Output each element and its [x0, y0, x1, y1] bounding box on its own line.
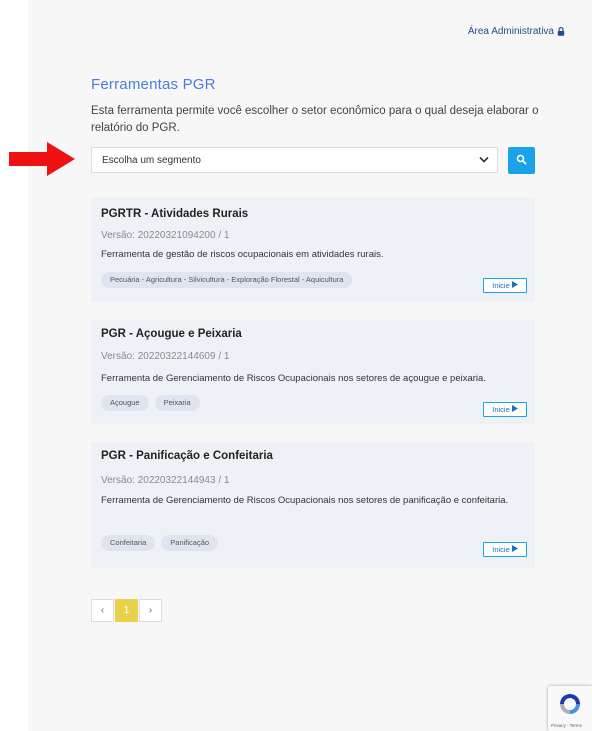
card-version: Versão: 20220322144609 / 1 — [101, 351, 230, 362]
pagination: ‹ 1 › — [91, 599, 163, 622]
tag: Panificação — [161, 535, 219, 551]
tag: Pecuária - Agricultura - Silvicultura - … — [101, 272, 353, 288]
tag: Peixaria — [154, 395, 200, 411]
start-button-label: Inicie — [492, 545, 510, 554]
card-title: PGR - Panificação e Confeitaria — [101, 450, 273, 462]
card-tags: Pecuária - Agricultura - Silvicultura - … — [101, 272, 353, 288]
page-title: Ferramentas PGR — [91, 76, 216, 93]
start-button[interactable]: Inicie — [483, 542, 527, 557]
card-tags: Açougue Peixaria — [101, 395, 200, 411]
card-version: Versão: 20220322144943 / 1 — [101, 475, 230, 486]
segment-select-value: Escolha um segmento — [102, 154, 201, 166]
admin-area-link[interactable]: Área Administrativa — [468, 26, 565, 37]
start-button[interactable]: Inicie — [483, 278, 527, 293]
search-icon — [516, 152, 527, 170]
card-title: PGR - Açougue e Peixaria — [101, 328, 242, 340]
card-tags: Confeitaria Panificação — [101, 535, 219, 551]
card-description: Ferramenta de gestão de riscos ocupacion… — [101, 249, 384, 260]
segment-select[interactable]: Escolha um segmento — [91, 147, 498, 173]
play-icon — [511, 405, 518, 414]
prev-page-button[interactable]: ‹ — [91, 599, 114, 622]
tool-card: PGR - Açougue e Peixaria Versão: 2022032… — [91, 320, 535, 424]
page-button-current[interactable]: 1 — [115, 599, 138, 622]
recaptcha-icon — [558, 692, 582, 721]
recaptcha-badge[interactable]: Privacy - Terms — [548, 686, 592, 731]
recaptcha-text[interactable]: Privacy - Terms — [551, 723, 582, 728]
card-title: PGRTR - Atividades Rurais — [101, 208, 249, 220]
card-description: Ferramenta de Gerenciamento de Riscos Oc… — [101, 373, 486, 384]
arrow-right-icon — [9, 142, 75, 176]
page-description: Esta ferramenta permite você escolher o … — [91, 105, 539, 134]
start-button-label: Inicie — [492, 281, 510, 290]
tool-card: PGRTR - Atividades Rurais Versão: 202203… — [91, 198, 535, 302]
play-icon — [511, 281, 518, 290]
admin-link-label: Área Administrativa — [467, 26, 554, 37]
start-button[interactable]: Inicie — [483, 402, 527, 417]
card-description: Ferramenta de Gerenciamento de Riscos Oc… — [101, 495, 509, 506]
chevron-down-icon — [479, 156, 489, 167]
lock-icon — [557, 27, 565, 36]
tag: Confeitaria — [101, 535, 156, 551]
start-button-label: Inicie — [492, 405, 510, 414]
card-version: Versão: 20220321094200 / 1 — [101, 230, 230, 241]
search-button[interactable] — [508, 147, 535, 174]
tag: Açougue — [101, 395, 149, 411]
play-icon — [511, 545, 518, 554]
tool-card: PGR - Panificação e Confeitaria Versão: … — [91, 442, 535, 568]
next-page-button[interactable]: › — [139, 599, 162, 622]
